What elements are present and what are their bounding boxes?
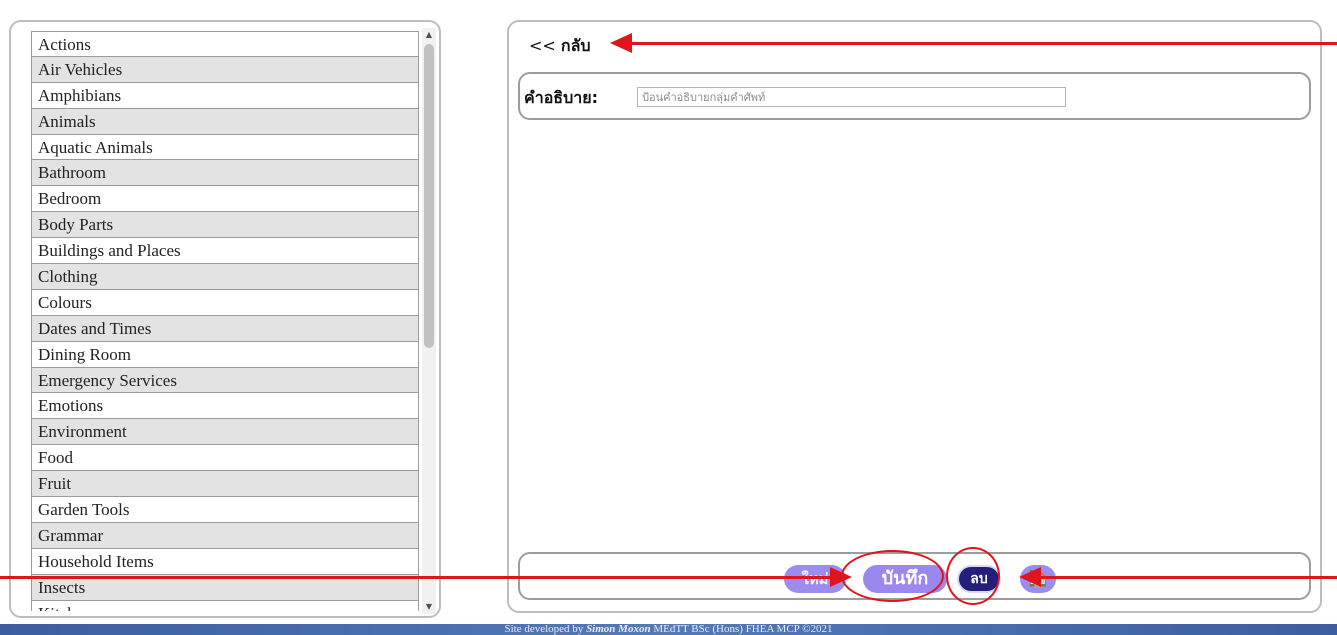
scroll-up-arrow-icon[interactable]: ▲ [422, 28, 436, 42]
description-input[interactable] [637, 87, 1066, 107]
topic-list-item[interactable]: Aquatic Animals [31, 134, 419, 161]
annotation-arrow-home-line [1040, 576, 1337, 579]
topic-list-item[interactable]: Body Parts [31, 212, 419, 239]
annotation-circle-save [841, 550, 944, 602]
topic-list-item[interactable]: Dining Room [31, 341, 419, 368]
back-link[interactable]: << กลับ [529, 34, 591, 59]
topic-list-panel: Actions Air Vehicles Amphibians Animals Aqua… [9, 20, 441, 618]
topic-list-item[interactable]: Household Items [31, 548, 419, 575]
footer-credentials: MEdTT BSc (Hons) FHEA MCP ©2021 [653, 624, 833, 635]
footer-prefix: Site developed by [504, 624, 584, 635]
topic-list-item[interactable]: Amphibians [31, 82, 419, 109]
topic-list-item[interactable]: Emotions [31, 393, 419, 420]
topic-list-item[interactable]: Food [31, 445, 419, 472]
description-label: คำอธิบาย: [524, 88, 598, 107]
topic-list-item[interactable]: Garden Tools [31, 497, 419, 523]
topic-list-item[interactable]: Animals [31, 108, 419, 135]
back-label: กลับ [560, 36, 591, 55]
site-footer: Site developed by Simon Moxon MEdTT BSc … [0, 624, 1337, 635]
topic-list-item[interactable]: Fruit [31, 471, 419, 498]
annotation-arrow-back-line [632, 42, 1337, 45]
topic-list-item[interactable]: Grammar [31, 522, 419, 549]
annotation-circle-delete [946, 547, 1000, 605]
topic-list-item[interactable]: Bedroom [31, 186, 419, 213]
list-scrollbar[interactable]: ▲ ▼ [422, 28, 436, 614]
topic-list-item[interactable]: Colours [31, 289, 419, 316]
topic-list-item[interactable]: Dates and Times [31, 315, 419, 342]
topic-list-item[interactable]: Actions [31, 31, 419, 57]
topic-list-item[interactable]: Emergency Services [31, 367, 419, 394]
annotation-arrow-save-line [0, 576, 832, 579]
topic-list-item[interactable]: Bathroom [31, 160, 419, 187]
annotation-arrow-home-head [1019, 567, 1041, 587]
scroll-down-arrow-icon[interactable]: ▼ [422, 600, 436, 614]
scroll-thumb[interactable] [424, 44, 434, 348]
topic-list: Actions Air Vehicles Amphibians Animals Aqua… [31, 31, 419, 611]
topic-list-item[interactable]: Buildings and Places [31, 238, 419, 265]
back-chevron: << [529, 36, 556, 55]
topic-list-item[interactable]: Clothing [31, 264, 419, 290]
description-group: คำอธิบาย: [518, 72, 1311, 120]
topic-list-item[interactable]: Kitchen [31, 600, 419, 611]
editor-panel: << กลับ คำอธิบาย: ใหม่ บันทึก ลบ 🏠 [507, 20, 1322, 613]
topic-list-item[interactable]: Air Vehicles [31, 56, 419, 83]
annotation-arrow-back-head [610, 33, 632, 53]
footer-author[interactable]: Simon Moxon [586, 624, 651, 635]
topic-list-item[interactable]: Environment [31, 419, 419, 446]
